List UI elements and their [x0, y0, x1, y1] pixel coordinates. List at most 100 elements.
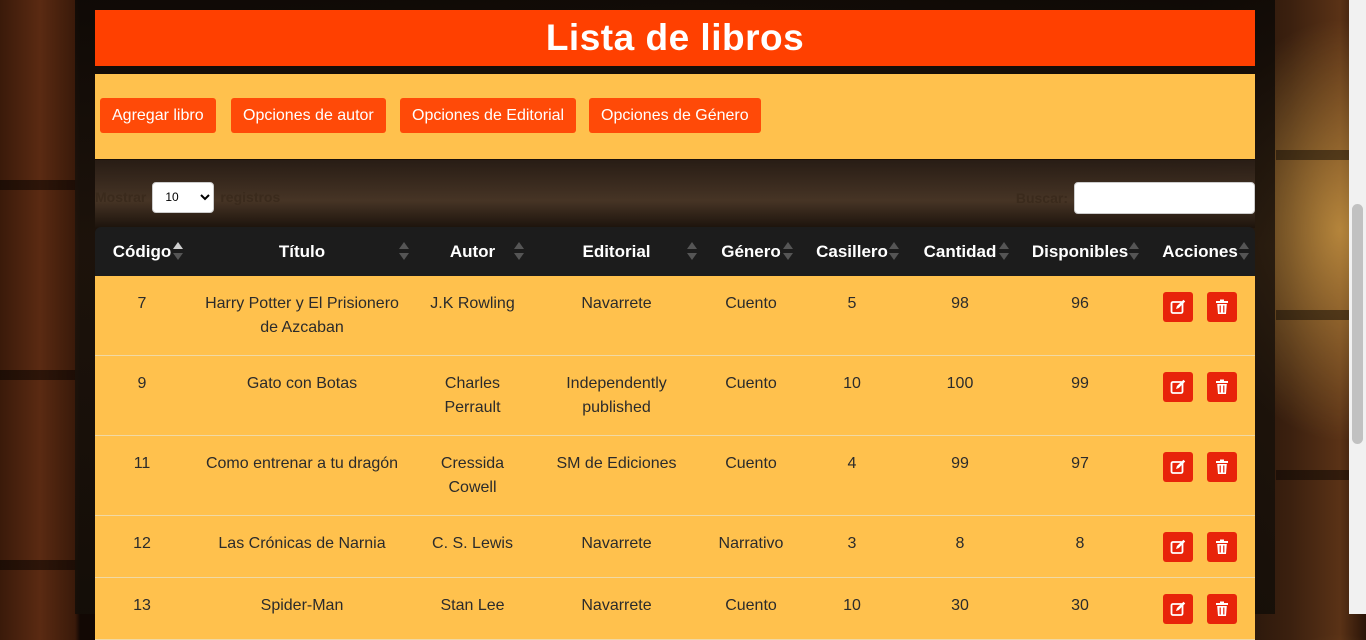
- cell-genero: Cuento: [703, 276, 799, 356]
- delete-button[interactable]: [1207, 372, 1237, 402]
- cell-genero: Cuento: [703, 577, 799, 640]
- cell-editorial: Independently published: [530, 355, 703, 436]
- column-header-autor[interactable]: Autor: [415, 227, 530, 276]
- toolbar: Agregar libro Opciones de autor Opciones…: [95, 74, 1255, 159]
- cell-genero: Cuento: [703, 435, 799, 516]
- sort-icon: [1239, 242, 1249, 262]
- cell-editorial: Navarrete: [530, 577, 703, 640]
- column-header-acciones[interactable]: Acciones: [1145, 227, 1255, 276]
- cell-editorial: Navarrete: [530, 515, 703, 578]
- column-label: Autor: [449, 241, 496, 261]
- table-header-row: Código Título Autor Editorial Género Cas…: [95, 227, 1255, 276]
- search-control: Buscar:: [1016, 182, 1255, 214]
- delete-button[interactable]: [1207, 292, 1237, 322]
- scrollbar-thumb[interactable]: [1352, 204, 1363, 444]
- column-header-editorial[interactable]: Editorial: [530, 227, 703, 276]
- cell-titulo: Gato con Botas: [189, 355, 415, 436]
- edit-icon: [1170, 459, 1186, 474]
- column-header-titulo[interactable]: Título: [189, 227, 415, 276]
- cell-autor: Charles Perrault: [415, 355, 530, 436]
- cell-casillero: 3: [799, 515, 905, 578]
- length-suffix: registros: [220, 189, 281, 205]
- cell-cantidad: 8: [905, 515, 1015, 578]
- edit-icon: [1170, 539, 1186, 554]
- edit-button[interactable]: [1163, 452, 1193, 482]
- cell-disponibles: 99: [1015, 355, 1145, 436]
- cell-codigo: 13: [95, 577, 189, 640]
- edit-button[interactable]: [1163, 594, 1193, 624]
- page-length-select[interactable]: 10: [152, 181, 215, 213]
- publisher-options-button[interactable]: Opciones de Editorial: [400, 98, 577, 133]
- page-title: Lista de libros: [545, 17, 805, 58]
- delete-button[interactable]: [1207, 532, 1237, 562]
- column-header-codigo[interactable]: Código: [95, 227, 189, 276]
- books-table: Código Título Autor Editorial Género Cas…: [95, 227, 1255, 640]
- column-header-disponibles[interactable]: Disponibles: [1015, 227, 1145, 276]
- cell-genero: Narrativo: [703, 515, 799, 578]
- delete-button[interactable]: [1207, 452, 1237, 482]
- cell-genero: Cuento: [703, 355, 799, 436]
- trash-icon: [1216, 539, 1228, 554]
- cell-cantidad: 98: [905, 276, 1015, 356]
- sort-icon: [999, 242, 1009, 262]
- trash-icon: [1216, 379, 1228, 394]
- background-bookshelf-left: [0, 0, 80, 614]
- trash-icon: [1216, 299, 1228, 314]
- page-header: Lista de libros: [95, 10, 1255, 66]
- cell-disponibles: 97: [1015, 435, 1145, 516]
- page-scrollbar[interactable]: [1349, 0, 1366, 614]
- author-options-button[interactable]: Opciones de autor: [231, 98, 386, 133]
- column-header-casillero[interactable]: Casillero: [799, 227, 905, 276]
- column-label: Género: [721, 241, 781, 261]
- cell-disponibles: 96: [1015, 276, 1145, 356]
- edit-button[interactable]: [1163, 532, 1193, 562]
- add-book-button[interactable]: Agregar libro: [100, 98, 216, 133]
- cell-acciones: [1145, 515, 1255, 578]
- cell-titulo: Spider-Man: [189, 577, 415, 640]
- cell-casillero: 10: [799, 355, 905, 436]
- cell-codigo: 9: [95, 355, 189, 436]
- sort-icon: [399, 242, 409, 262]
- cell-cantidad: 30: [905, 577, 1015, 640]
- cell-autor: Cressida Cowell: [415, 435, 530, 516]
- sort-asc-icon: [173, 242, 183, 262]
- edit-icon: [1170, 299, 1186, 314]
- cell-codigo: 11: [95, 435, 189, 516]
- table-row: 9 Gato con Botas Charles Perrault Indepe…: [95, 355, 1255, 436]
- cell-editorial: Navarrete: [530, 276, 703, 356]
- cell-titulo: Las Crónicas de Narnia: [189, 515, 415, 578]
- table-row: 12 Las Crónicas de Narnia C. S. Lewis Na…: [95, 515, 1255, 578]
- delete-button[interactable]: [1207, 594, 1237, 624]
- edit-button[interactable]: [1163, 292, 1193, 322]
- cell-cantidad: 100: [905, 355, 1015, 436]
- cell-acciones: [1145, 435, 1255, 516]
- length-prefix: Mostrar: [95, 189, 147, 205]
- sort-icon: [514, 242, 524, 262]
- column-label: Editorial: [582, 241, 651, 261]
- column-header-genero[interactable]: Género: [703, 227, 799, 276]
- sort-icon: [687, 242, 697, 262]
- cell-codigo: 7: [95, 276, 189, 356]
- column-label: Código: [112, 241, 172, 261]
- cell-acciones: [1145, 577, 1255, 640]
- genre-options-button[interactable]: Opciones de Género: [589, 98, 761, 133]
- column-label: Cantidad: [923, 241, 997, 261]
- edit-button[interactable]: [1163, 372, 1193, 402]
- trash-icon: [1216, 601, 1228, 616]
- cell-casillero: 5: [799, 276, 905, 356]
- edit-icon: [1170, 601, 1186, 616]
- column-header-cantidad[interactable]: Cantidad: [905, 227, 1015, 276]
- cell-casillero: 10: [799, 577, 905, 640]
- search-input[interactable]: [1074, 182, 1255, 214]
- cell-codigo: 12: [95, 515, 189, 578]
- cell-cantidad: 99: [905, 435, 1015, 516]
- sort-icon: [889, 242, 899, 262]
- table-row: 11 Como entrenar a tu dragón Cressida Co…: [95, 435, 1255, 516]
- trash-icon: [1216, 459, 1228, 474]
- column-label: Acciones: [1162, 241, 1238, 261]
- search-label: Buscar:: [1015, 190, 1068, 206]
- table-row: 13 Spider-Man Stan Lee Navarrete Cuento …: [95, 577, 1255, 640]
- cell-titulo: Harry Potter y El Prisionero de Azcaban: [189, 276, 415, 356]
- cell-editorial: SM de Ediciones: [530, 435, 703, 516]
- table-body: 7 Harry Potter y El Prisionero de Azcaba…: [95, 276, 1255, 640]
